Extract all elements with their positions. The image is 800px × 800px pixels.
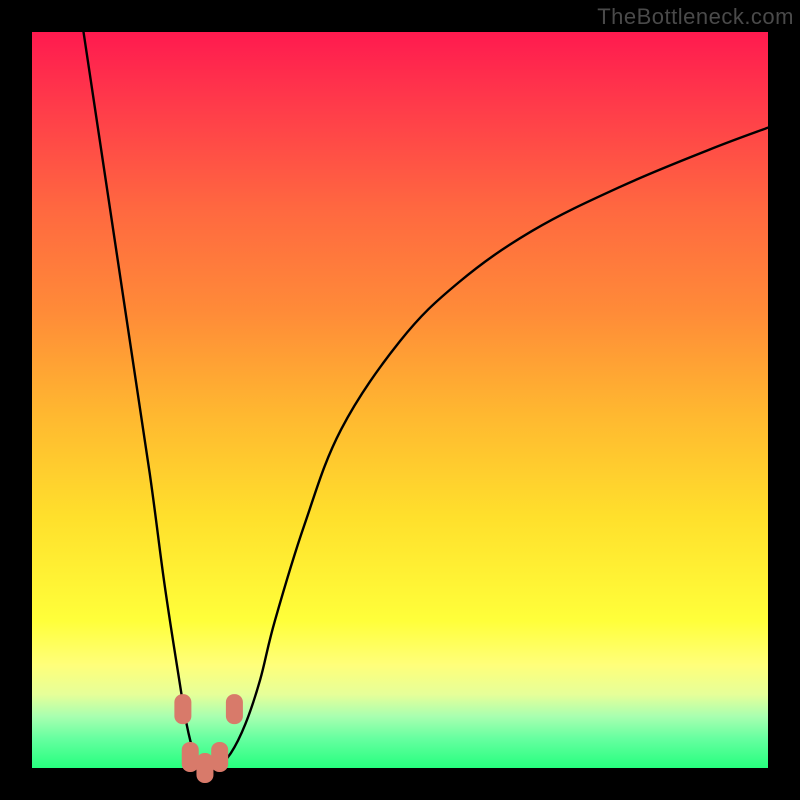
curve-marker — [174, 694, 191, 724]
curve-path — [84, 32, 768, 769]
chart-frame: TheBottleneck.com — [0, 0, 800, 800]
bottleneck-curve — [32, 32, 768, 768]
curve-marker — [196, 753, 213, 783]
watermark-text: TheBottleneck.com — [597, 4, 794, 30]
curve-marker — [211, 742, 228, 772]
curve-marker — [226, 694, 243, 724]
curve-marker — [182, 742, 199, 772]
chart-plot-area — [32, 32, 768, 768]
